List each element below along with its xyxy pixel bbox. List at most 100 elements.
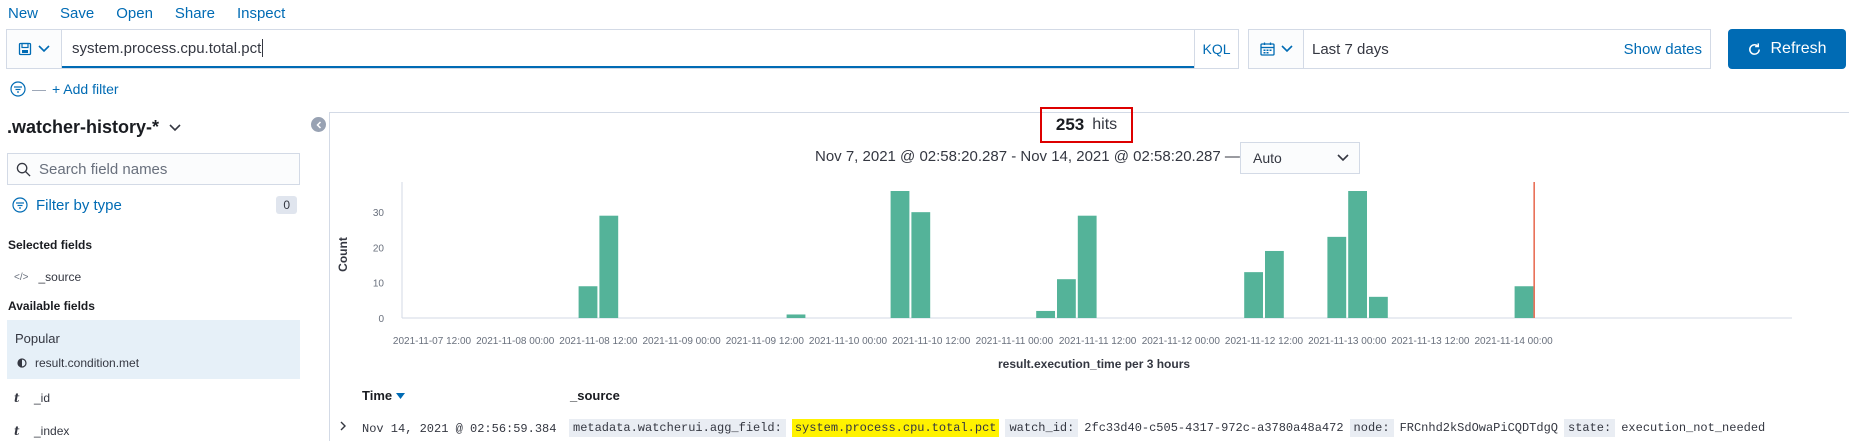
row-source: metadata.watcherui.agg_field: system.pro… [569,419,1765,437]
x-tick-label: 2021-11-09 12:00 [726,336,805,347]
text-cursor [262,39,264,57]
top-menu: New Save Open Share Inspect [0,0,307,26]
filter-by-type-button[interactable]: Filter by type 0 [12,196,297,214]
x-tick-label: 2021-11-10 12:00 [892,336,971,347]
field-item-index[interactable]: t _index [14,424,69,438]
string-type-icon: t [14,424,20,438]
chevron-right-icon [340,421,346,431]
search-icon [16,162,31,177]
x-tick-label: 2021-11-12 00:00 [1142,336,1221,347]
search-query-input[interactable]: system.process.cpu.total.pct [62,30,1194,68]
filter-icon [12,197,28,213]
source-value: 2fc33d40-c505-4317-972c-a3780a48a472 [1084,421,1344,435]
saved-query-button[interactable] [7,30,62,68]
hits-count: 253 [1055,115,1085,134]
chevron-down-icon [1280,45,1293,53]
menu-inspect[interactable]: Inspect [237,5,285,22]
string-type-icon: t [14,391,20,405]
x-tick-label: 2021-11-09 00:00 [642,336,721,347]
histogram-bar [1057,279,1076,318]
interval-value: Auto [1253,150,1282,166]
filter-count-badge: 0 [276,196,297,214]
source-key: watch_id: [1005,419,1079,437]
field-item-result-condition-met[interactable]: result.condition.met [17,356,139,370]
field-name: result.condition.met [35,356,140,370]
y-tick-label: 30 [373,208,385,219]
field-item-source[interactable]: </> _source [14,270,81,284]
field-name: _index [34,424,70,438]
quick-select-button[interactable] [1249,30,1304,68]
y-tick-label: 10 [373,279,385,290]
y-tick-label: 20 [373,243,385,254]
filter-icon[interactable] [10,81,26,97]
refresh-label: Refresh [1770,40,1827,57]
boolean-type-icon [17,358,27,368]
date-range-label: Last 7 days [1312,40,1389,58]
histogram-chart: 0 10 20 30 Count 2021-11-07 12:00 2021-11-08 0… [336,182,1792,347]
query-language-button[interactable]: KQL [1194,30,1238,68]
x-axis-title: result.execution_time per 3 hours [998,357,1191,371]
source-value: FRCnhd2kSdOwaPiCQDTdgQ [1399,421,1558,435]
table-row: Nov 14, 2021 @ 02:56:59.384 metadata.wat… [329,415,1849,441]
x-tick-label: 2021-11-08 12:00 [559,336,638,347]
histogram-bar [1265,250,1284,318]
date-range[interactable]: Last 7 days Show dates [1304,30,1710,68]
code-icon: </> [14,271,29,283]
x-tick-label: 2021-11-11 12:00 [1059,336,1137,347]
y-tick-label: 0 [378,314,384,325]
x-tick-label: 2021-11-13 12:00 [1391,336,1470,347]
menu-share[interactable]: Share [175,5,215,22]
chevron-down-icon [169,123,181,131]
histogram-bar [1369,296,1388,318]
expand-row-button[interactable] [339,421,347,435]
collapse-sidebar-button[interactable] [311,117,326,132]
chevron-down-icon [38,45,50,53]
source-key: node: [1349,419,1394,437]
time-column-header[interactable]: Time [362,388,406,403]
row-timestamp: Nov 14, 2021 @ 02:56:59.384 [362,422,557,436]
histogram-bar [911,212,931,318]
selected-fields-title: Selected fields [8,238,93,252]
x-tick-label: 2021-11-13 00:00 [1308,336,1387,347]
histogram-bar [1514,286,1534,318]
add-filter-button[interactable]: + Add filter [52,81,119,97]
chevron-left-icon [315,120,321,129]
histogram-bar [1348,191,1367,318]
source-value: execution_not_needed [1621,421,1766,435]
show-dates-button[interactable]: Show dates [1624,41,1702,58]
source-key: state: [1564,419,1616,437]
filter-by-type-label: Filter by type [36,196,122,214]
x-tick-label: 2021-11-08 00:00 [476,336,555,347]
menu-save[interactable]: Save [60,5,94,22]
x-tick-label: 2021-11-10 00:00 [809,336,888,347]
x-tick-label: 2021-11-12 12:00 [1225,336,1304,347]
field-search-input[interactable]: Search field names [7,153,300,185]
hits-counter: 253 hits [1040,107,1133,143]
field-search-placeholder: Search field names [39,160,168,178]
field-name: _source [38,270,82,284]
histogram-bar [1327,236,1347,318]
index-pattern-selector[interactable]: .watcher-history-* [7,117,181,138]
interval-select[interactable]: Auto [1240,142,1360,174]
available-fields-title: Available fields [8,299,95,313]
sort-desc-icon [396,392,406,399]
time-header-label: Time [362,388,393,403]
x-tick-label: 2021-11-14 00:00 [1474,336,1553,347]
query-text: system.process.cpu.total.pct [72,39,262,57]
field-name: _id [34,391,51,405]
calendar-icon [1259,42,1275,56]
hits-label: hits [1092,116,1118,133]
menu-new[interactable]: New [8,5,38,22]
source-key: metadata.watcherui.agg_field: [569,419,786,437]
histogram-bar [599,215,619,318]
histogram-bar [890,191,910,318]
filter-separator: — [32,81,46,97]
query-bar: system.process.cpu.total.pct KQL [6,29,1239,69]
field-item-id[interactable]: t _id [14,391,50,405]
x-tick-label: 2021-11-07 12:00 [393,336,472,347]
index-pattern-label: .watcher-history-* [7,117,160,137]
date-picker: Last 7 days Show dates [1248,29,1711,69]
y-axis-title: Count [336,237,350,272]
refresh-button[interactable]: Refresh [1728,29,1846,69]
menu-open[interactable]: Open [116,5,153,22]
